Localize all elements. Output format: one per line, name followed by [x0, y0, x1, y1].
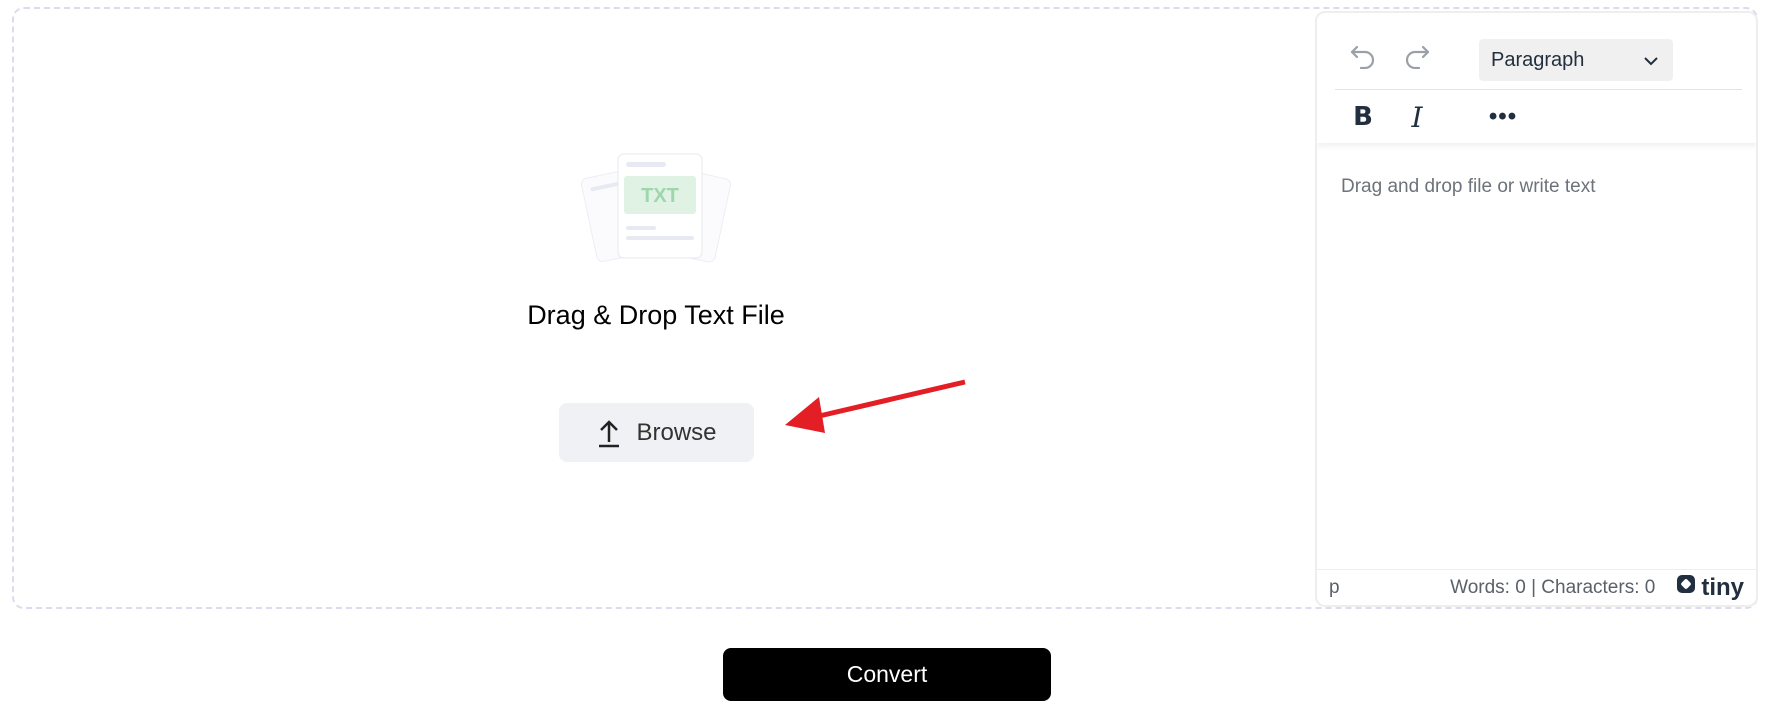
editor-content-area[interactable]: Drag and drop file or write text	[1317, 143, 1756, 573]
redo-icon	[1403, 43, 1431, 74]
more-button[interactable]: •••	[1481, 95, 1525, 139]
element-path[interactable]: p	[1329, 577, 1340, 599]
chevron-down-icon	[1643, 49, 1659, 72]
editor-statusbar: p Words: 0 | Characters: 0 tiny	[1317, 569, 1756, 605]
italic-icon: I	[1411, 100, 1423, 134]
browse-button[interactable]: Browse	[559, 403, 754, 462]
tiny-brand-text: tiny	[1701, 573, 1744, 601]
txt-file-illustration: TXT	[580, 152, 732, 270]
italic-button[interactable]: I	[1395, 95, 1439, 139]
word-count[interactable]: Words: 0 | Characters: 0	[1340, 577, 1655, 599]
txt-label: TXT	[641, 185, 679, 207]
more-icon: •••	[1488, 103, 1518, 130]
rich-text-editor: Paragraph B I ••• Drag and drop file or …	[1315, 11, 1758, 607]
editor-placeholder: Drag and drop file or write text	[1341, 176, 1596, 197]
red-arrow-icon	[775, 375, 975, 450]
bold-button[interactable]: B	[1341, 95, 1385, 139]
tiny-logo-icon	[1675, 573, 1697, 602]
undo-button[interactable]	[1341, 36, 1385, 80]
browse-label: Browse	[636, 418, 717, 446]
redo-button[interactable]	[1395, 36, 1439, 80]
block-format-select[interactable]: Paragraph	[1479, 39, 1673, 81]
drop-title: Drag & Drop Text File	[527, 300, 785, 330]
editor-toolbar: Paragraph B I •••	[1317, 13, 1756, 143]
upload-icon	[596, 418, 622, 448]
bold-icon: B	[1353, 102, 1373, 132]
block-format-value: Paragraph	[1491, 48, 1585, 71]
convert-button[interactable]: Convert	[723, 648, 1051, 701]
undo-icon	[1349, 43, 1377, 74]
tiny-logo[interactable]: tiny	[1675, 573, 1744, 602]
